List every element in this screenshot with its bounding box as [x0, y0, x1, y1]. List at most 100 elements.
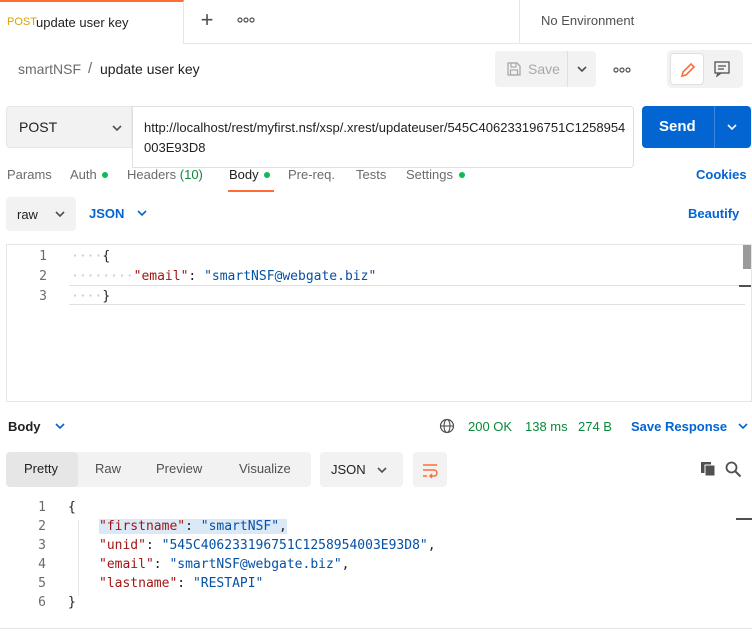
line-number: 6: [38, 595, 46, 610]
more-icon[interactable]: [612, 62, 632, 78]
response-body-viewer[interactable]: 1 2 3 4 5 6 { "firstname": "smartNSF", "…: [0, 498, 752, 628]
json-value: "smartNSF@webgate.biz": [204, 269, 377, 284]
json-comma: ,: [427, 538, 436, 553]
comment-icon[interactable]: [713, 60, 731, 78]
line-number: 3: [38, 538, 46, 553]
line-number: 3: [39, 289, 47, 304]
line-number: 1: [39, 249, 47, 264]
view-tab-visualize[interactable]: Visualize: [239, 461, 291, 476]
json-key: "firstname": [99, 519, 186, 534]
line-number: 2: [38, 519, 46, 534]
cookies-link[interactable]: Cookies: [696, 167, 747, 182]
beautify-link[interactable]: Beautify: [688, 206, 739, 221]
current-line-highlight: [69, 285, 745, 305]
url-input[interactable]: http://localhost/rest/myfirst.nsf/xsp/.x…: [132, 106, 634, 168]
request-body-editor[interactable]: 1 2 3 ····{ ········"email": "smartNSF@w…: [6, 244, 752, 402]
chevron-down-icon: [55, 423, 65, 430]
open-brace: {: [102, 249, 111, 264]
view-tab-preview[interactable]: Preview: [156, 461, 202, 476]
scrollbar-marker: [739, 285, 751, 287]
code-line: "email": "smartNSF@webgate.biz",: [99, 557, 350, 572]
chevron-down-icon: [377, 467, 387, 474]
code-line: ········"email": "smartNSF@webgate.biz": [71, 269, 377, 284]
url-text: http://localhost/rest/myfirst.nsf/xsp/.x…: [144, 120, 626, 155]
tab-method: POST: [7, 16, 37, 28]
tab-headers-label: Headers: [127, 167, 177, 182]
edit-button[interactable]: [670, 53, 704, 85]
new-tab-plus-icon[interactable]: +: [197, 8, 217, 32]
save-response-button[interactable]: Save Response: [631, 419, 749, 434]
tab-settings[interactable]: Settings: [406, 167, 465, 182]
line-number: 5: [38, 576, 46, 591]
code-line: ····}: [71, 289, 111, 304]
environment-label: No Environment: [541, 13, 635, 28]
tab-auth[interactable]: Auth: [70, 167, 109, 182]
status-code[interactable]: 200 OK: [468, 419, 512, 434]
json-comma: ,: [341, 557, 350, 572]
status-dot: [102, 172, 109, 178]
response-section-select[interactable]: Body: [8, 419, 66, 434]
tab-auth-label: Auth: [70, 167, 97, 182]
method-select[interactable]: POST: [6, 106, 132, 148]
more-icon[interactable]: [236, 12, 256, 28]
chevron-down-icon: [137, 210, 147, 217]
tab-params[interactable]: Params: [7, 167, 52, 182]
json-key: "email": [133, 269, 189, 284]
breadcrumb-request-name[interactable]: update user key: [100, 61, 200, 77]
save-button[interactable]: Save: [495, 51, 596, 87]
tab-tests[interactable]: Tests: [356, 167, 386, 182]
response-format-label: JSON: [331, 462, 366, 477]
request-tab[interactable]: POST update user key: [0, 0, 184, 44]
wrap-lines-icon: [423, 464, 438, 479]
view-tab-raw[interactable]: Raw: [95, 461, 121, 476]
chevron-down-icon: [55, 211, 65, 218]
json-comma: ,: [279, 519, 287, 534]
send-label: Send: [659, 118, 696, 135]
json-key: "lastname": [99, 576, 178, 591]
breadcrumb-separator: /: [88, 60, 93, 77]
divider: [714, 106, 715, 148]
line-number: 2: [39, 269, 47, 284]
body-language-label: JSON: [89, 206, 125, 221]
response-section-label: Body: [8, 419, 41, 434]
code-line: "firstname": "smartNSF",: [99, 519, 287, 534]
close-brace: }: [102, 289, 111, 304]
copy-icon[interactable]: [699, 460, 717, 478]
indent-guide: [78, 520, 79, 596]
breadcrumb-workspace[interactable]: smartNSF: [18, 61, 81, 77]
pencil-icon: [680, 62, 696, 78]
response-format-select[interactable]: JSON: [320, 452, 403, 487]
save-response-label: Save Response: [631, 419, 728, 434]
divider: [0, 628, 752, 629]
json-value: "545C406233196751C1258954003E93D8": [161, 538, 428, 553]
send-button[interactable]: Send: [642, 106, 751, 148]
code-line: "unid": "545C406233196751C1258954003E93D…: [99, 538, 436, 553]
tab-headers[interactable]: Headers (10): [127, 167, 203, 182]
tab-prereq[interactable]: Pre-req.: [288, 167, 335, 182]
wrap-lines-button[interactable]: [413, 452, 447, 487]
code-line: "lastname": "RESTAPI": [99, 576, 264, 591]
globe-icon[interactable]: [439, 418, 455, 434]
view-tab-pretty[interactable]: Pretty: [24, 461, 58, 476]
divider: [567, 51, 568, 87]
chevron-down-icon[interactable]: [576, 64, 588, 74]
json-value: "smartNSF@webgate.biz": [169, 557, 342, 572]
sidebar-toggle: [667, 50, 743, 88]
json-colon: :: [188, 269, 205, 284]
json-key: "unid": [99, 538, 146, 553]
json-value: "RESTAPI": [192, 576, 264, 591]
open-brace: {: [68, 500, 76, 515]
tab-title: update user key: [36, 15, 129, 30]
body-mode-select[interactable]: raw: [6, 197, 76, 231]
search-icon[interactable]: [724, 460, 742, 478]
response-time[interactable]: 138 ms: [525, 419, 568, 434]
body-language-select[interactable]: JSON: [89, 206, 148, 221]
line-number: 4: [38, 557, 46, 572]
line-number: 1: [38, 500, 46, 515]
tab-body[interactable]: Body: [229, 167, 271, 182]
chevron-down-icon[interactable]: [726, 122, 738, 132]
environment-selector[interactable]: No Environment: [519, 0, 752, 44]
json-value: "smartNSF": [200, 519, 280, 534]
scrollbar[interactable]: [743, 245, 751, 269]
response-size[interactable]: 274 B: [578, 419, 612, 434]
